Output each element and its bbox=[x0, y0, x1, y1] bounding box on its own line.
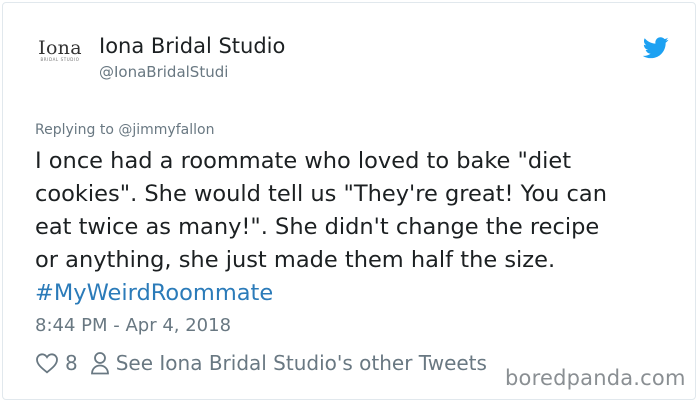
avatar-logo-text: Iona bbox=[38, 37, 82, 59]
heart-icon[interactable] bbox=[35, 352, 59, 374]
tweet-text-line: cookies". She would tell us "They're gre… bbox=[35, 181, 607, 207]
see-other-tweets-link[interactable]: See Iona Bridal Studio's other Tweets bbox=[116, 351, 487, 375]
tweet-text-line: I once had a roommate who loved to bake … bbox=[35, 148, 572, 174]
twitter-bird-icon[interactable] bbox=[643, 37, 669, 59]
author-display-name[interactable]: Iona Bridal Studio bbox=[99, 34, 285, 58]
avatar-logo-subtext: BRIDAL STUDIO bbox=[40, 57, 80, 62]
tweet-timestamp[interactable]: 8:44 PM - Apr 4, 2018 bbox=[35, 315, 231, 336]
tweet-text-line: eat twice as many!". She didn't change t… bbox=[35, 214, 600, 240]
tweet-card: Iona BRIDAL STUDIO Iona Bridal Studio @I… bbox=[2, 2, 696, 400]
person-icon bbox=[90, 352, 109, 375]
author-handle[interactable]: @IonaBridalStudi bbox=[99, 63, 228, 81]
tweet-text: I once had a roommate who loved to bake … bbox=[35, 145, 675, 310]
tweet-actions: 8 See Iona Bridal Studio's other Tweets bbox=[35, 348, 487, 378]
like-count[interactable]: 8 bbox=[65, 351, 78, 375]
tweet-text-line: or anything, she just made them half the… bbox=[35, 247, 556, 273]
avatar[interactable]: Iona BRIDAL STUDIO bbox=[33, 37, 87, 79]
hashtag-link[interactable]: #MyWeirdRoommate bbox=[35, 277, 675, 310]
reply-context[interactable]: Replying to @jimmyfallon bbox=[35, 122, 214, 138]
watermark: boredpanda.com bbox=[505, 366, 686, 390]
